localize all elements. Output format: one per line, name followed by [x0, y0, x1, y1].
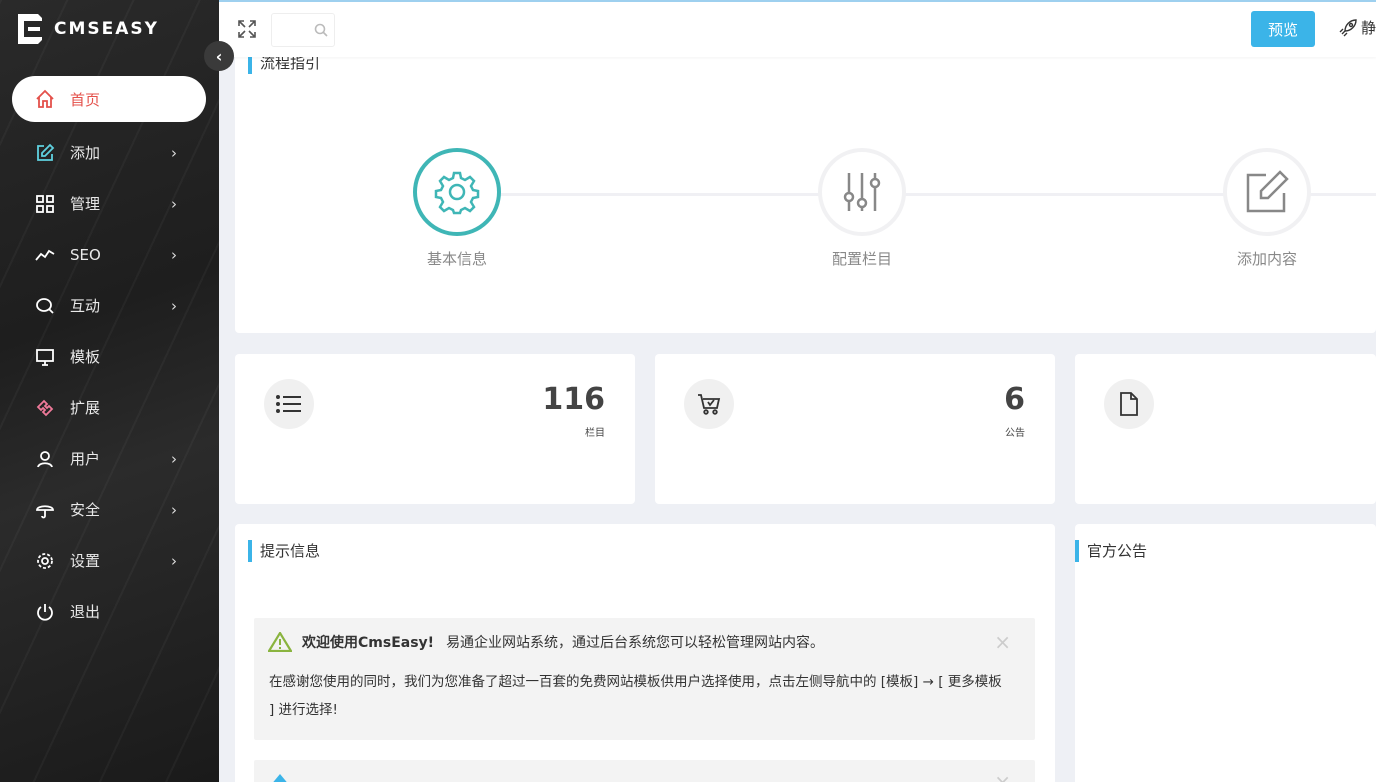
logo[interactable]: CMSEASY: [14, 12, 159, 46]
step-circle: [413, 148, 501, 236]
list-icon: [276, 395, 301, 413]
stat-card-announcements[interactable]: 6 公告: [655, 354, 1055, 504]
search-input[interactable]: [271, 13, 335, 47]
flow-guide-card: 流程指引 基本信息 配置栏目 添加内容: [235, 40, 1376, 333]
list-icon-wrap: [264, 379, 314, 429]
user-icon: [34, 448, 56, 470]
alert-header: 欢迎使用CmsEasy! 易通企业网站系统，通过后台系统您可以轻松管理网站内容。: [268, 632, 824, 652]
trend-icon: [34, 244, 56, 266]
chevron-right-icon: ›: [171, 296, 177, 315]
static-label: 静: [1361, 19, 1376, 37]
puzzle-icon: [34, 397, 56, 419]
tips-title: 提示信息: [248, 540, 320, 562]
alert-body: 在感谢您使用的同时，我们为您准备了超过一百套的免费网站模板供用户选择使用，点击左…: [269, 674, 1002, 718]
flow-step-basic-info[interactable]: 基本信息: [397, 148, 517, 269]
chevron-right-icon: ›: [171, 245, 177, 264]
flow-step-config-columns[interactable]: 配置栏目: [802, 148, 922, 269]
step-circle: [1223, 148, 1311, 236]
sidebar-item-label: SEO: [70, 245, 101, 264]
logo-icon: [18, 14, 42, 44]
alert-subheading: 易通企业网站系统，通过后台系统您可以轻松管理网站内容。: [446, 635, 825, 651]
sidebar-item-label: 设置: [70, 552, 101, 570]
topbar: 预览 静: [219, 0, 1376, 57]
chevron-right-icon: ›: [171, 143, 177, 162]
fullscreen-icon[interactable]: [237, 19, 257, 39]
chevron-right-icon: ›: [171, 551, 177, 570]
sidebar-item-logout[interactable]: 退出: [0, 586, 219, 637]
stat-card-columns[interactable]: 116 栏目: [235, 354, 635, 504]
sidebar-item-add[interactable]: 添加 ›: [0, 127, 219, 178]
gear-icon: [434, 171, 480, 215]
sidebar-collapse-button[interactable]: ‹: [204, 41, 234, 71]
sidebar-item-label: 互动: [70, 297, 101, 315]
sidebar-item-settings[interactable]: 设置 ›: [0, 535, 219, 586]
sidebar-item-interact[interactable]: 互动 ›: [0, 280, 219, 331]
sidebar-item-template[interactable]: 模板: [0, 331, 219, 382]
sidebar-item-label: 扩展: [70, 399, 101, 417]
sidebar-item-manage[interactable]: 管理 ›: [0, 178, 219, 229]
cart-icon: [698, 394, 721, 415]
logo-text: CMSEASY: [54, 19, 159, 39]
sidebar-item-label: 用户: [70, 450, 101, 468]
sliders-icon: [843, 173, 881, 211]
sidebar-item-label: 模板: [70, 348, 101, 366]
edit-icon: [34, 142, 56, 164]
warning-icon: [268, 632, 292, 652]
notice-title: 官方公告: [1075, 540, 1147, 562]
cart-icon-wrap: [684, 379, 734, 429]
step-label: 添加内容: [1236, 250, 1297, 268]
second-alert: ×: [254, 760, 1035, 782]
stat-card-pages[interactable]: [1075, 354, 1376, 504]
alert-heading: 欢迎使用CmsEasy!: [302, 635, 435, 651]
stat-caption: 栏目: [585, 428, 605, 439]
rocket-icon: [1339, 18, 1357, 36]
step-circle: [818, 148, 906, 236]
close-icon[interactable]: ×: [994, 630, 1011, 654]
gear-icon: [34, 550, 56, 572]
step-label: 配置栏目: [831, 250, 892, 268]
step-label: 基本信息: [426, 250, 487, 268]
sidebar-item-label: 退出: [70, 603, 101, 621]
info-icon: [273, 774, 287, 782]
chevron-right-icon: ›: [171, 449, 177, 468]
home-icon: [34, 88, 56, 110]
edit-icon: [1246, 170, 1289, 213]
sidebar-item-label: 添加: [70, 144, 101, 162]
chat-icon: [34, 295, 56, 317]
preview-button[interactable]: 预览: [1251, 11, 1315, 47]
stat-value: 116: [542, 382, 605, 417]
welcome-alert: 欢迎使用CmsEasy! 易通企业网站系统，通过后台系统您可以轻松管理网站内容。…: [254, 618, 1035, 740]
stat-caption: 公告: [1005, 428, 1025, 439]
stat-value: 6: [1004, 382, 1025, 417]
grid-icon: [34, 193, 56, 215]
close-icon[interactable]: ×: [994, 770, 1011, 782]
power-icon: [34, 601, 56, 623]
sidebar-item-label: 首页: [70, 90, 101, 109]
sidebar-item-user[interactable]: 用户 ›: [0, 433, 219, 484]
chevron-right-icon: ›: [171, 500, 177, 519]
tips-card: 提示信息 欢迎使用CmsEasy! 易通企业网站系统，通过后台系统您可以轻松管理…: [235, 524, 1055, 782]
sidebar-item-extend[interactable]: 扩展: [0, 382, 219, 433]
file-icon-wrap: [1104, 379, 1154, 429]
monitor-icon: [34, 346, 56, 368]
sidebar-item-security[interactable]: 安全 ›: [0, 484, 219, 535]
sidebar-item-seo[interactable]: SEO ›: [0, 229, 219, 280]
file-icon: [1120, 392, 1138, 416]
sidebar-item-label: 安全: [70, 501, 101, 519]
search-icon: [314, 23, 328, 37]
chevron-right-icon: ›: [171, 194, 177, 213]
static-link[interactable]: 静: [1339, 17, 1376, 38]
official-notice-card: 官方公告: [1075, 524, 1376, 782]
sidebar-item-label: 管理: [70, 195, 101, 213]
flow-step-add-content[interactable]: 添加内容: [1207, 148, 1327, 269]
sidebar-menu: 首页 添加 › 管理 › SEO › 互动 › 模板 扩展 用户 › 安全 › …: [0, 76, 219, 637]
sidebar: CMSEASY 首页 添加 › 管理 › SEO › 互动 › 模板 扩展 用户…: [0, 0, 219, 782]
umbrella-icon: [34, 499, 56, 521]
sidebar-item-home[interactable]: 首页: [12, 76, 206, 122]
